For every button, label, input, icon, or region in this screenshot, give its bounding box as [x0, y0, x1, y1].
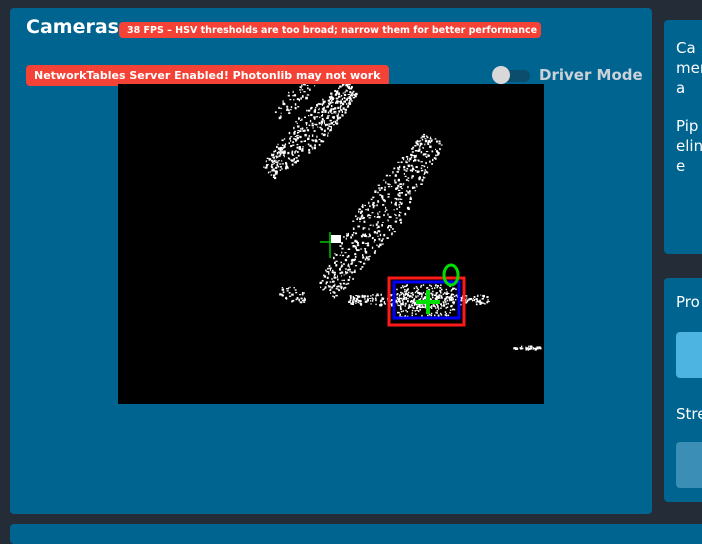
cameras-card: Cameras 38 FPS – HSV thresholds are too … [10, 8, 652, 514]
processing-label: Pro [676, 293, 700, 311]
secondary-blob [331, 235, 341, 243]
cameras-title: Cameras [26, 16, 119, 38]
driver-mode-toggle[interactable] [492, 66, 532, 84]
camera-settings-card: Camera Pipeline [664, 20, 702, 254]
networktables-warning-chip: NetworkTables Server Enabled! Photonlib … [26, 65, 389, 86]
threshold-noise-pixels [263, 84, 542, 351]
stream-label: Stre [676, 405, 702, 423]
fps-warning-chip: 38 FPS – HSV thresholds are too broad; n… [119, 22, 541, 38]
driver-mode-label: Driver Mode [539, 66, 643, 84]
processing-mode-button[interactable] [676, 332, 702, 378]
processing-card: Pro Stre [664, 278, 702, 502]
camera-stream-view [118, 84, 544, 404]
stream-mode-button[interactable] [676, 442, 702, 488]
pipeline-label: Pipeline [676, 117, 702, 175]
camera-label: Camera [676, 39, 702, 97]
toggle-thumb [492, 66, 510, 84]
bottom-card [10, 524, 702, 544]
